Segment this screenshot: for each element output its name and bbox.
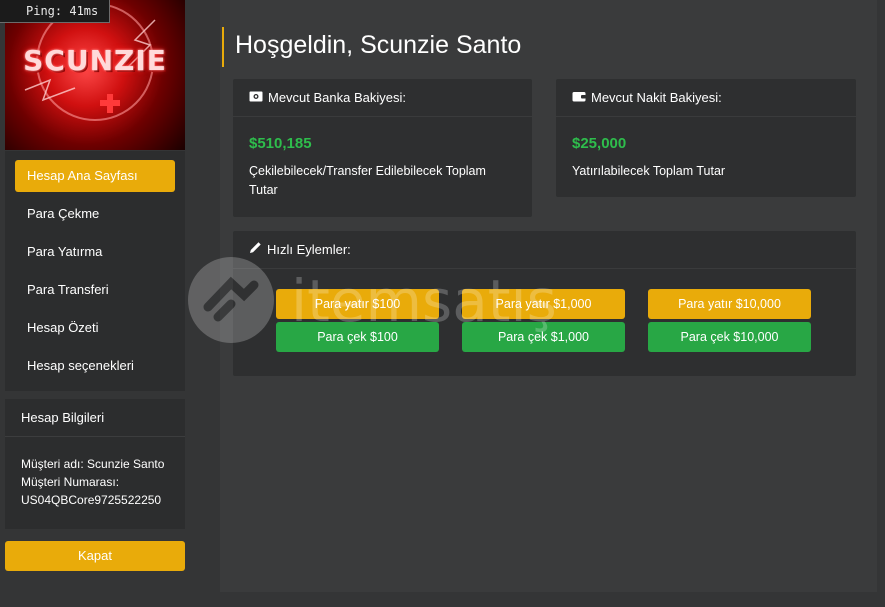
deposit-1000-button[interactable]: Para yatır $1,000 xyxy=(462,289,625,319)
customer-name: Müşteri adı: Scunzie Santo xyxy=(21,457,165,471)
sidebar-item-home[interactable]: Hesap Ana Sayfası xyxy=(15,160,175,192)
bank-balance-desc: Çekilebilecek/Transfer Edilebilecek Topl… xyxy=(249,164,486,197)
bank-balance-amount: $510,185 xyxy=(249,135,312,152)
quick-actions-title: Hızlı Eylemler: xyxy=(267,241,351,257)
bank-balance-header: Mevcut Banka Bakiyesi: xyxy=(233,79,532,117)
ping-indicator: Ping: 41ms xyxy=(0,0,110,23)
logo-text: SCUNZIE xyxy=(23,44,167,77)
account-info-panel: Hesap Bilgileri Müşteri adı: Scunzie San… xyxy=(5,399,185,529)
deposit-100-button[interactable]: Para yatır $100 xyxy=(276,289,439,319)
bank-balance-card: Mevcut Banka Bakiyesi: $510,185 Çekilebi… xyxy=(233,79,532,217)
cash-balance-card: Mevcut Nakit Bakiyesi: $25,000 Yatırılab… xyxy=(556,79,856,197)
close-button[interactable]: Kapat xyxy=(5,541,185,571)
withdraw-1000-button[interactable]: Para çek $1,000 xyxy=(462,322,625,352)
account-info-body: Müşteri adı: Scunzie Santo Müşteri Numar… xyxy=(5,437,185,509)
sidebar-item-withdraw[interactable]: Para Çekme xyxy=(15,198,175,230)
main-content: Hoşgeldin, Scunzie Santo Mevcut Banka Ba… xyxy=(220,0,877,592)
account-info-title: Hesap Bilgileri xyxy=(5,399,185,437)
customer-number-label: Müşteri Numarası: xyxy=(21,475,120,489)
money-bill-icon xyxy=(249,79,268,117)
cash-balance-header: Mevcut Nakit Bakiyesi: xyxy=(556,79,856,117)
customer-number: US04QBCore9725522250 xyxy=(21,493,162,507)
sidebar-item-options[interactable]: Hesap seçenekleri xyxy=(15,350,175,382)
sidebar-nav: Hesap Ana Sayfası Para Çekme Para Yatırm… xyxy=(5,151,185,391)
sidebar: SCUNZIE Hesap Ana Sayfası Para Çekme Par… xyxy=(5,0,185,571)
withdraw-100-button[interactable]: Para çek $100 xyxy=(276,322,439,352)
cash-balance-desc: Yatırılabilecek Toplam Tutar xyxy=(572,164,726,178)
pencil-icon xyxy=(249,231,267,269)
quick-actions-header: Hızlı Eylemler: xyxy=(233,231,856,269)
bank-balance-title: Mevcut Banka Bakiyesi: xyxy=(268,89,407,105)
quick-actions-card: Hızlı Eylemler: Para yatır $100 Para yat… xyxy=(233,231,856,376)
wallet-icon xyxy=(572,79,591,117)
sidebar-item-statement[interactable]: Hesap Özeti xyxy=(15,312,175,344)
sidebar-item-deposit[interactable]: Para Yatırma xyxy=(15,236,175,268)
cash-balance-title: Mevcut Nakit Bakiyesi: xyxy=(591,89,722,105)
sidebar-item-transfer[interactable]: Para Transferi xyxy=(15,274,175,306)
cash-balance-amount: $25,000 xyxy=(572,135,627,152)
withdraw-10000-button[interactable]: Para çek $10,000 xyxy=(648,322,811,352)
page-title: Hoşgeldin, Scunzie Santo xyxy=(222,27,521,67)
deposit-10000-button[interactable]: Para yatır $10,000 xyxy=(648,289,811,319)
